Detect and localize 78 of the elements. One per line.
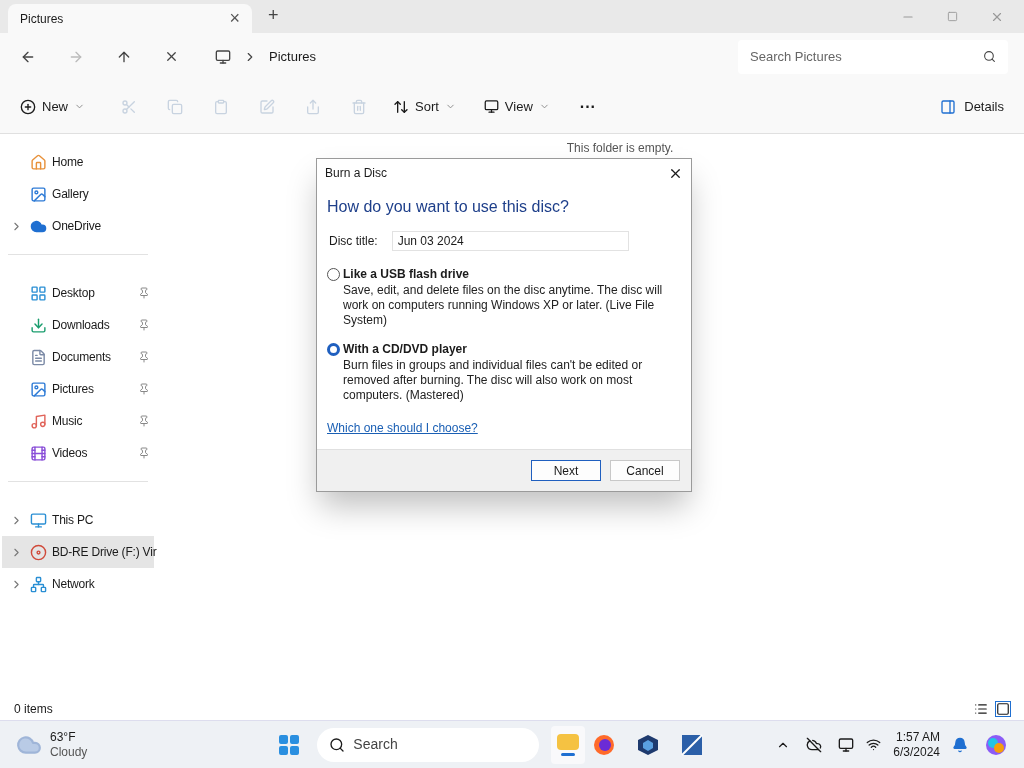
sidebar-item[interactable]: Network [2, 568, 154, 600]
gallery-icon [30, 185, 47, 203]
close-tab-button[interactable]: × [229, 5, 240, 32]
pin-icon [138, 287, 150, 299]
window-tab[interactable]: Pictures × [8, 4, 252, 33]
search-field[interactable]: Search Pictures [738, 39, 1008, 74]
dialog-title: Burn a Disc [325, 165, 388, 182]
app-icon[interactable] [681, 733, 704, 756]
sidebar-item[interactable]: Music [2, 405, 154, 437]
new-button[interactable]: New [20, 96, 85, 117]
notification-icon[interactable] [952, 736, 968, 753]
pin-icon [138, 319, 150, 331]
picture-icon [30, 380, 47, 398]
radio-button[interactable] [327, 267, 340, 281]
music-icon [30, 412, 47, 430]
option-description: Burn files in groups and individual files can't be edited or removed after burning. The disc will also work on most computers. (Mastered) [343, 358, 644, 403]
temperature: 63°F [50, 729, 77, 745]
next-button[interactable]: Next [531, 460, 601, 481]
option-description: Save, edit, and delete files on the disc anytime. The disc will work on computers running Windows XP or later. (Live File System) [343, 283, 664, 328]
clock[interactable]: 1:57 AM 6/3/2024 [893, 729, 940, 760]
help-link[interactable]: Which one should I choose? [327, 419, 478, 437]
taskbar-search[interactable]: Search [317, 727, 540, 762]
search-placeholder: Search [353, 735, 398, 754]
film-icon [30, 444, 47, 462]
tiles-view-icon[interactable] [996, 702, 1010, 716]
sidebar-item[interactable]: Gallery [2, 178, 154, 210]
computer-icon [30, 511, 47, 529]
sidebar-item[interactable]: Home [2, 146, 154, 178]
sidebar-item[interactable]: OneDrive [2, 210, 154, 242]
sort-button[interactable]: Sort [393, 96, 456, 117]
dialog-heading: How do you want to use this disc? [327, 197, 570, 217]
date: 6/3/2024 [893, 744, 940, 760]
pin-icon [138, 351, 150, 363]
plus-icon [20, 98, 36, 115]
cloud-off-icon[interactable] [806, 736, 823, 753]
details-view-icon[interactable] [974, 702, 988, 716]
cube-icon[interactable] [637, 733, 660, 756]
item-count: 0 items [14, 701, 53, 718]
sidebar-item[interactable]: Desktop [2, 277, 154, 309]
cancel-button[interactable]: Cancel [610, 460, 680, 481]
file-explorer-button[interactable] [551, 725, 586, 764]
sidebar-item[interactable]: Documents [2, 341, 154, 373]
download-icon [30, 316, 47, 334]
pin-icon [138, 383, 150, 395]
more-button[interactable]: ··· [579, 94, 596, 119]
browser-icon[interactable] [593, 733, 616, 756]
stop-icon[interactable] [164, 49, 179, 64]
radio-button[interactable] [327, 342, 340, 356]
empty-folder-message: This folder is empty. [566, 140, 674, 157]
breadcrumb-item[interactable]: Pictures [269, 46, 316, 67]
computer-icon [215, 48, 231, 65]
time: 1:57 AM [895, 729, 940, 745]
pin-icon [138, 447, 150, 459]
document-icon [30, 348, 47, 366]
start-icon[interactable] [277, 732, 302, 757]
new-tab-button[interactable]: + [268, 2, 279, 29]
sidebar-item[interactable]: This PC [2, 504, 154, 536]
details-pane-icon [940, 98, 957, 115]
weather-condition: Cloudy [50, 744, 88, 760]
sidebar-item[interactable]: Videos [2, 437, 154, 469]
search-icon [329, 736, 346, 753]
details-button[interactable]: Details [940, 96, 1004, 117]
tab-title: Pictures [20, 10, 64, 28]
pin-icon [138, 415, 150, 427]
disc-drive-icon [30, 543, 47, 561]
search-placeholder: Search Pictures [750, 47, 842, 66]
view-button[interactable]: View [483, 96, 550, 117]
sidebar-item[interactable]: Pictures [2, 373, 154, 405]
sort-icon [393, 98, 409, 115]
search-icon [983, 50, 996, 63]
sidebar-item[interactable]: Downloads [2, 309, 154, 341]
view-icon [483, 99, 499, 114]
radio-option[interactable]: With a CD/DVD player [327, 340, 681, 358]
field-label: Disc title: [329, 233, 378, 250]
radio-option[interactable]: Like a USB flash drive [327, 265, 681, 283]
house-icon [30, 153, 47, 171]
disc-title-field[interactable]: Jun 03 2024 [391, 231, 629, 251]
desktop-icon [30, 284, 47, 302]
